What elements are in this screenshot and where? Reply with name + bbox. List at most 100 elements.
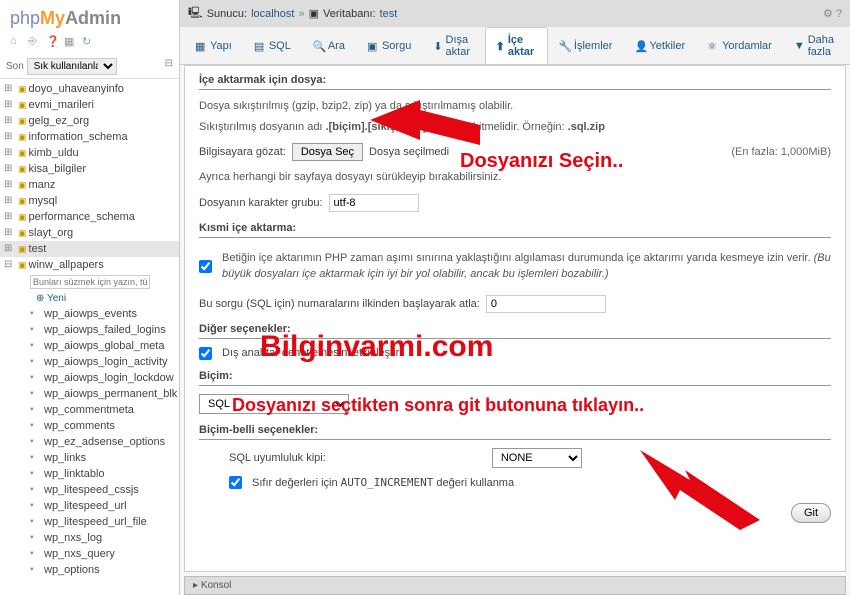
db-item[interactable]: ▣information_schema [0, 129, 179, 145]
more-caret-icon: ▼ [794, 40, 805, 52]
naming-hint: Sıkıştırılmış dosyanın adı .[biçim].[sık… [199, 119, 831, 136]
main-panel: 🖳 Sunucu: localhost » ▣ Veritabanı: test… [180, 0, 850, 595]
db-item-winw[interactable]: ▣winw_allpapers [0, 257, 179, 273]
server-label: Sunucu: [207, 8, 247, 20]
db-item[interactable]: ▣manz [0, 177, 179, 193]
recent-bar: Son Sık kullanılanlar ⊟ [0, 55, 179, 79]
tab-query[interactable]: ▣Sorgu [356, 27, 422, 64]
new-table-link[interactable]: ⊕ Yeni [0, 291, 179, 306]
db-item[interactable]: ▣evmi_marileri [0, 97, 179, 113]
db-item[interactable]: ▣gelg_ez_org [0, 113, 179, 129]
table-item[interactable]: wp_litespeed_url_file [0, 514, 179, 530]
logout-icon[interactable]: ⎆ [28, 35, 42, 49]
table-item[interactable]: wp_commentmeta [0, 402, 179, 418]
export-icon: ⬇ [433, 40, 442, 52]
help-icon[interactable]: ? [836, 8, 842, 20]
tab-privileges[interactable]: 👤Yetkiler [623, 27, 696, 64]
tab-import[interactable]: ⬆İçe aktar [485, 27, 548, 64]
db-label: Veritabanı: [323, 8, 376, 20]
db-item[interactable]: ▣kisa_bilgiler [0, 161, 179, 177]
import-form: İçe aktarmak için dosya: Dosya sıkıştırı… [184, 65, 846, 572]
table-item[interactable]: wp_aiowps_events [0, 306, 179, 322]
server-icon: 🖳 [188, 4, 203, 23]
table-item[interactable]: wp_aiowps_login_lockdow [0, 370, 179, 386]
db-item[interactable]: ▣slayt_org [0, 225, 179, 241]
tab-more[interactable]: ▼ Daha fazla [783, 27, 846, 64]
compress-hint: Dosya sıkıştırılmış (gzip, bzip2, zip) y… [199, 98, 831, 115]
table-filter-input[interactable] [30, 275, 150, 289]
choose-file-button[interactable]: Dosya Seç [292, 143, 363, 161]
format-section-header: Biçim: [199, 370, 831, 386]
table-item[interactable]: wp_aiowps_global_meta [0, 338, 179, 354]
server-link[interactable]: localhost [251, 8, 294, 20]
docs-icon[interactable]: ❓ [46, 35, 60, 49]
db-item[interactable]: ▣doyo_uhaveanyinfo [0, 81, 179, 97]
partial-section-header: Kısmi içe aktarma: [199, 222, 831, 238]
table-item[interactable]: wp_ez_adsense_options [0, 434, 179, 450]
skip-label: Bu sorgu (SQL için) numaralarını ilkinde… [199, 298, 480, 310]
skip-queries-input[interactable] [486, 295, 606, 313]
go-button[interactable]: Git [791, 503, 831, 523]
max-size: (En fazla: 1,000MiB) [731, 146, 831, 158]
breadcrumb: 🖳 Sunucu: localhost » ▣ Veritabanı: test… [180, 0, 850, 27]
table-item[interactable]: wp_litespeed_url [0, 498, 179, 514]
format-opts-header: Biçim-belli seçenekler: [199, 424, 831, 440]
db-item[interactable]: ▣kimb_uldu [0, 145, 179, 161]
fk-check-checkbox[interactable] [199, 347, 212, 360]
tabs: ▦Yapı ▤SQL 🔍Ara ▣Sorgu ⬇Dışa aktar ⬆İçe … [180, 27, 850, 65]
tab-export[interactable]: ⬇Dışa aktar [422, 27, 484, 64]
table-item[interactable]: wp_litespeed_cssjs [0, 482, 179, 498]
table-item[interactable]: wp_links [0, 450, 179, 466]
charset-label: Dosyanın karakter grubu: [199, 197, 323, 209]
tab-operations[interactable]: 🔧İşlemler [548, 27, 624, 64]
autoinc-checkbox[interactable] [229, 476, 242, 489]
tab-structure[interactable]: ▦Yapı [184, 27, 243, 64]
tab-routines[interactable]: ⚛Yordamlar [696, 27, 783, 64]
import-icon: ⬆ [496, 40, 505, 52]
drag-hint: Ayrıca herhangi bir sayfaya dosyayı sürü… [199, 169, 831, 186]
table-item[interactable]: wp_aiowps_permanent_blk [0, 386, 179, 402]
table-item[interactable]: wp_aiowps_failed_logins [0, 322, 179, 338]
logo: phpMyAdmin [0, 0, 179, 33]
sidebar: phpMyAdmin ⌂ ⎆ ❓ ▦ ↻ Son Sık kullanılanl… [0, 0, 180, 595]
recent-label: Son [6, 61, 24, 72]
search-icon: 🔍 [313, 40, 325, 52]
logo-toolbar: ⌂ ⎆ ❓ ▦ ↻ [0, 33, 179, 55]
table-item[interactable]: wp_nxs_log [0, 530, 179, 546]
autoinc-label: Sıfır değerleri için AUTO_INCREMENT değe… [252, 476, 514, 489]
table-item[interactable]: wp_aiowps_login_activity [0, 354, 179, 370]
sql-icon: ▤ [254, 40, 266, 52]
file-chosen-text: Dosya seçilmedi [369, 146, 449, 158]
browse-label: Bilgisayara gözat: [199, 146, 286, 158]
fk-check-label: Dış anahtar denetlemesini etkinleştir [222, 347, 399, 359]
interrupt-label: Betiğin içe aktarımın PHP zaman aşımı sı… [222, 250, 831, 283]
console-bar[interactable]: ▸ Konsol [184, 576, 846, 595]
other-section-header: Diğer seçenekler: [199, 323, 831, 339]
table-item[interactable]: wp_comments [0, 418, 179, 434]
table-item[interactable]: wp_linktablo [0, 466, 179, 482]
priv-icon: 👤 [634, 40, 646, 52]
file-section-header: İçe aktarmak için dosya: [199, 74, 831, 90]
charset-input[interactable] [329, 194, 419, 212]
tab-sql[interactable]: ▤SQL [243, 27, 302, 64]
compat-select[interactable]: NONE [492, 448, 582, 468]
settings-icon[interactable]: ⚙ [823, 8, 833, 20]
query-icon: ▣ [367, 40, 379, 52]
reload-icon[interactable]: ↻ [82, 35, 96, 49]
sql-icon[interactable]: ▦ [64, 35, 78, 49]
collapse-icon[interactable]: ⊟ [165, 58, 173, 69]
ops-icon: 🔧 [559, 40, 571, 52]
db-tree: ▣doyo_uhaveanyinfo ▣evmi_marileri ▣gelg_… [0, 79, 179, 580]
table-item[interactable]: wp_nxs_query [0, 546, 179, 562]
db-icon: ▣ [309, 7, 319, 20]
db-item-test[interactable]: ▣test [0, 241, 179, 257]
db-item[interactable]: ▣mysql [0, 193, 179, 209]
favorites-select[interactable]: Sık kullanılanlar [27, 58, 117, 75]
db-item[interactable]: ▣performance_schema [0, 209, 179, 225]
allow-interrupt-checkbox[interactable] [199, 260, 212, 273]
home-icon[interactable]: ⌂ [10, 35, 24, 49]
table-item[interactable]: wp_options [0, 562, 179, 578]
format-select[interactable]: SQL [199, 394, 349, 414]
db-link[interactable]: test [380, 8, 398, 20]
tab-search[interactable]: 🔍Ara [302, 27, 356, 64]
